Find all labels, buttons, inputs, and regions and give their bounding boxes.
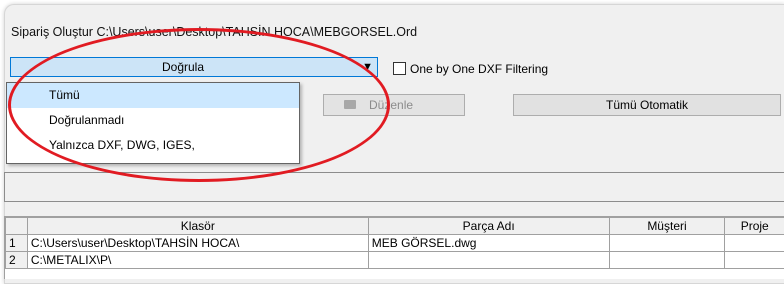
cell-folder[interactable]: C:\METALIX\P\ bbox=[27, 252, 368, 269]
parts-grid: Klasör Parça Adı Müşteri Proje 1 C:\User… bbox=[4, 216, 784, 279]
cell-customer[interactable] bbox=[609, 252, 725, 269]
column-header-customer[interactable]: Müşteri bbox=[609, 218, 725, 235]
dropdown-item-unverified[interactable]: Doğrulanmadı bbox=[7, 108, 299, 133]
table-row[interactable]: 1 C:\Users\user\Desktop\TAHSİN HOCA\ MEB… bbox=[6, 235, 784, 252]
dxf-filter-checkbox[interactable] bbox=[393, 62, 406, 75]
cell-part-name[interactable]: MEB GÖRSEL.dwg bbox=[368, 235, 609, 252]
status-bar bbox=[4, 172, 784, 202]
dropdown-item-all[interactable]: Tümü bbox=[7, 83, 299, 108]
cell-project[interactable] bbox=[725, 235, 784, 252]
edit-button-label: Düzenle bbox=[369, 98, 413, 112]
cell-folder[interactable]: C:\Users\user\Desktop\TAHSİN HOCA\ bbox=[27, 235, 368, 252]
grid-corner[interactable] bbox=[6, 218, 28, 235]
dxf-filter-label[interactable]: One by One DXF Filtering bbox=[410, 62, 548, 76]
verify-combobox[interactable]: Doğrula ▼ bbox=[10, 57, 378, 77]
edit-button[interactable]: Düzenle bbox=[323, 94, 465, 116]
window-title: Sipariş Oluştur C:\Users\user\Desktop\TA… bbox=[11, 25, 417, 39]
column-header-project[interactable]: Proje bbox=[725, 218, 784, 235]
cell-customer[interactable] bbox=[609, 235, 725, 252]
grid-header-row: Klasör Parça Adı Müşteri Proje bbox=[6, 218, 784, 235]
row-number[interactable]: 1 bbox=[6, 235, 28, 252]
folder-icon bbox=[344, 100, 356, 109]
column-header-folder[interactable]: Klasör bbox=[27, 218, 368, 235]
dropdown-item-dxf-only[interactable]: Yalnızca DXF, DWG, IGES, bbox=[7, 133, 299, 158]
row-number[interactable]: 2 bbox=[6, 252, 28, 269]
auto-all-button[interactable]: Tümü Otomatik bbox=[513, 94, 781, 116]
verify-combobox-value: Doğrula bbox=[11, 60, 355, 74]
column-header-part-name[interactable]: Parça Adı bbox=[368, 218, 609, 235]
verify-dropdown-list: Tümü Doğrulanmadı Yalnızca DXF, DWG, IGE… bbox=[6, 82, 300, 164]
cell-project[interactable] bbox=[725, 252, 784, 269]
cell-part-name[interactable] bbox=[368, 252, 609, 269]
table-row[interactable]: 2 C:\METALIX\P\ bbox=[6, 252, 784, 269]
chevron-down-icon[interactable]: ▼ bbox=[362, 60, 373, 74]
